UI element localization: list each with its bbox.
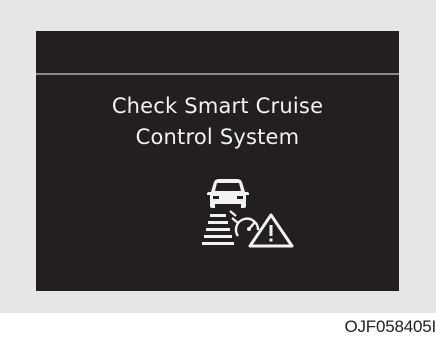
speedometer-icon: [234, 217, 260, 237]
smart-cruise-warning-icon: [202, 179, 294, 248]
figure-code: OJF058405I: [344, 317, 436, 336]
radar-lines: [202, 214, 234, 245]
instrument-cluster-display: Check Smart Cruise Control System: [36, 31, 399, 291]
display-divider: [36, 73, 399, 75]
speed-arrows: [229, 210, 239, 224]
warning-message-line-1: Check Smart Cruise: [111, 94, 324, 118]
warning-triangle-icon: [248, 213, 294, 248]
cluster-frame: Check Smart Cruise Control System: [0, 0, 436, 313]
warning-message: Check Smart Cruise Control System: [36, 91, 399, 153]
warning-message-line-2: Control System: [135, 125, 300, 149]
